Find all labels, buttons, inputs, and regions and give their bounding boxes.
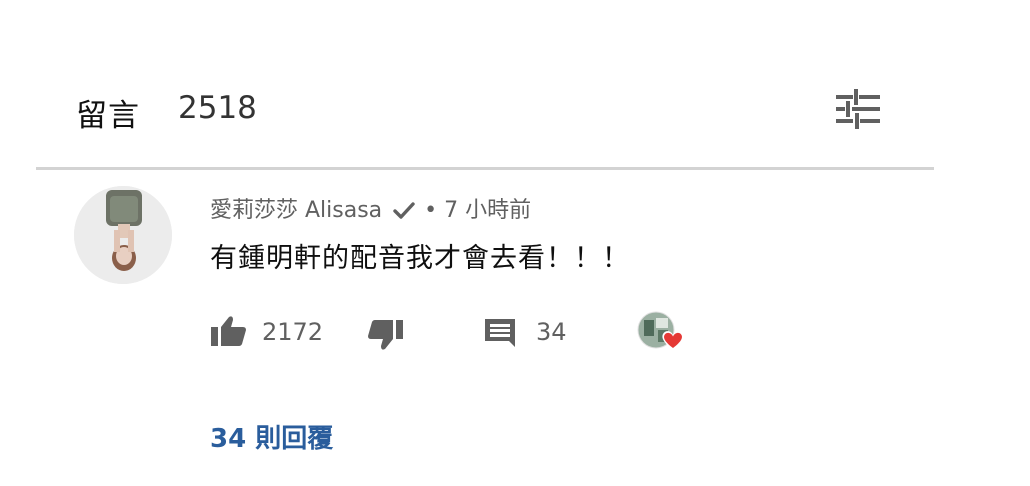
creator-heart[interactable] <box>636 310 688 354</box>
like-count: 2172 <box>262 318 324 346</box>
header-divider <box>36 167 934 170</box>
comment-time[interactable]: 7 小時前 <box>444 198 531 223</box>
comment-meta: 愛莉莎莎 Alisasa • 7 小時前 <box>210 192 531 224</box>
comments-title: 留言 <box>76 98 140 134</box>
reply-comment-icon[interactable] <box>482 316 518 350</box>
author-name[interactable]: 愛莉莎莎 Alisasa <box>210 198 382 223</box>
sort-sliders-icon <box>836 89 880 129</box>
reply-count: 34 <box>536 318 567 346</box>
heart-icon <box>662 331 684 350</box>
thumbs-up-icon[interactable] <box>210 314 248 348</box>
avatar[interactable] <box>74 186 172 284</box>
thumbs-down-icon[interactable] <box>366 318 404 352</box>
comments-count: 2518 <box>178 90 257 126</box>
comments-header: 留言 2518 <box>76 82 896 134</box>
avatar-image <box>74 186 172 284</box>
view-replies-button[interactable]: 34 則回覆 <box>210 418 333 455</box>
comment-actions: 2172 34 <box>210 310 710 354</box>
comment-item: 愛莉莎莎 Alisasa • 7 小時前 有鍾明軒的配音我才會去看！！！ 217… <box>74 186 934 466</box>
comment-text: 有鍾明軒的配音我才會去看！！！ <box>210 243 630 274</box>
sort-comments-button[interactable] <box>832 86 884 132</box>
meta-separator: • <box>424 198 438 223</box>
checkmark-icon <box>393 202 415 219</box>
